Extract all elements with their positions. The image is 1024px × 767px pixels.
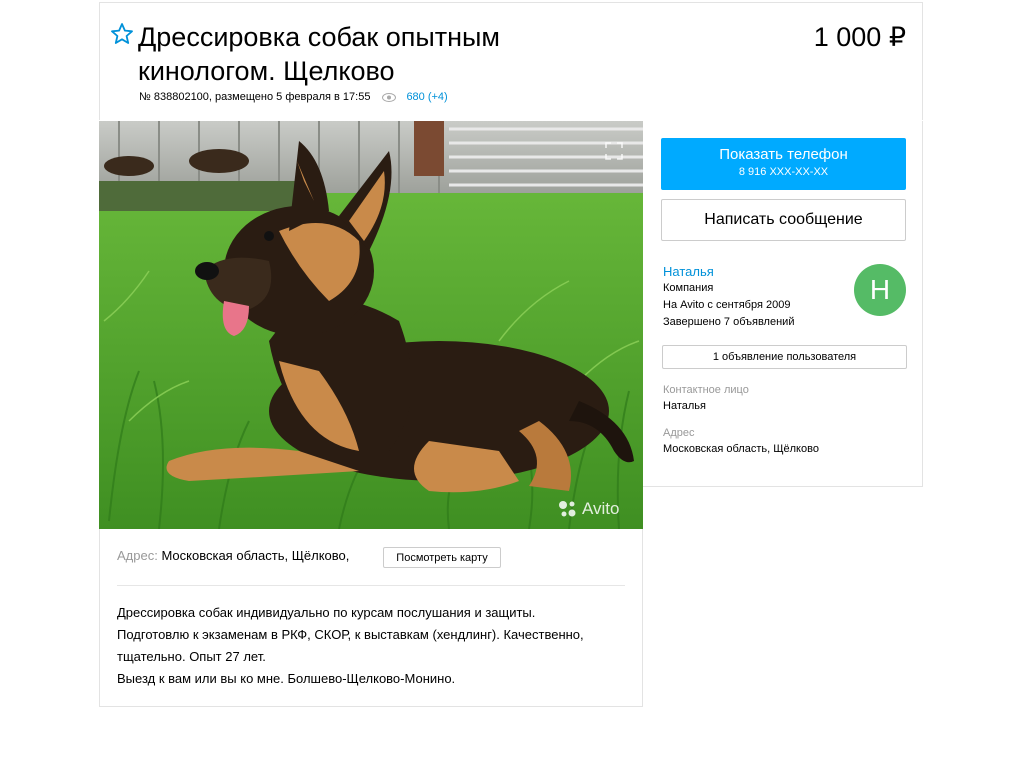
contact-person-label: Контактное лицо [663, 384, 749, 396]
description-line: тщательно. Опыт 27 лет. [117, 649, 266, 664]
contact-person-value: Наталья [663, 400, 706, 412]
seller-address: Адрес Московская область, Щёлково [663, 427, 819, 455]
address-value: Московская область, Щёлково, [161, 548, 350, 563]
phone-masked: 8 916 XXX-XX-XX [738, 166, 829, 178]
listing-title: Дрессировка собак опытным кинологом. Щел… [138, 22, 500, 86]
description-line: Выезд к вам или вы ко мне. Болшево-Щелко… [117, 671, 456, 686]
listing-description: Дрессировка собак индивидуально по курса… [117, 602, 627, 690]
favorite-star-icon[interactable] [110, 22, 134, 46]
write-message-button[interactable]: Написать сообщение [661, 199, 906, 241]
watermark-text: Avito [582, 499, 620, 518]
avatar[interactable]: Н [854, 264, 906, 316]
seller-since: На Avito с сентября 2009 [663, 299, 791, 311]
divider [117, 585, 625, 586]
avito-watermark: Avito [557, 499, 620, 519]
show-phone-label: Показать телефон [719, 146, 848, 163]
show-phone-button[interactable]: Показать телефон 8 916 XXX-XX-XX [661, 138, 906, 190]
address-line: Адрес: Московская область, Щёлково, [117, 548, 349, 563]
seller-address-label: Адрес [663, 427, 695, 439]
views-count[interactable]: 680 (+4) [406, 91, 447, 103]
listing-price: 1 000 ₽ [813, 22, 906, 52]
address-label: Адрес: [117, 548, 158, 563]
seller-info: Наталья Компания На Avito с сентября 200… [663, 263, 794, 331]
avito-logo-icon [559, 501, 576, 517]
user-ads-button[interactable]: 1 объявление пользователя [662, 345, 907, 369]
seller-completed: Завершено 7 объявлений [663, 316, 795, 328]
eye-icon [382, 92, 397, 102]
fullscreen-icon[interactable] [605, 142, 623, 160]
contact-person: Контактное лицо Наталья [663, 384, 749, 412]
seller-name[interactable]: Наталья [663, 263, 794, 280]
seller-type: Компания [663, 282, 714, 294]
listing-number-date: № 838802100, размещено 5 февраля в 17:55 [139, 91, 371, 103]
description-line: Подготовлю к экзаменам в РКФ, СКОР, к вы… [117, 627, 584, 642]
show-map-button[interactable]: Посмотреть карту [383, 547, 501, 568]
description-line: Дрессировка собак индивидуально по курса… [117, 605, 536, 620]
listing-meta: № 838802100, размещено 5 февраля в 17:55… [139, 91, 448, 103]
seller-address-value: Московская область, Щёлково [663, 443, 819, 455]
listing-photo[interactable] [99, 121, 643, 529]
